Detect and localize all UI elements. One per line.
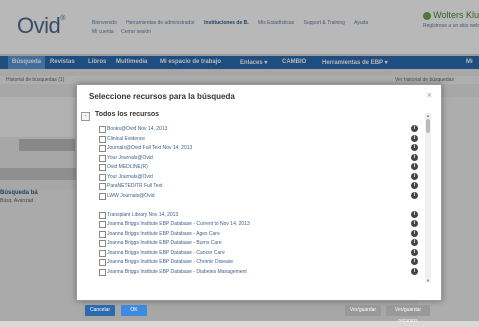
resource-checkbox[interactable]	[99, 259, 106, 266]
scroll-up-icon[interactable]: ▲	[425, 113, 431, 118]
modal-scrollbar[interactable]: ▲ ▼	[425, 113, 431, 283]
resource-row[interactable]: Joanna Briggs Institute EBP Database - C…	[81, 258, 421, 266]
resource-row[interactable]: LWW Journals@Ovid i	[81, 191, 421, 200]
resource-root-label: Todos los recursos	[95, 111, 160, 118]
info-icon[interactable]: i	[411, 220, 418, 227]
info-icon[interactable]: i	[411, 267, 418, 275]
info-icon[interactable]: i	[411, 134, 418, 142]
collapse-icon[interactable]: -	[81, 112, 90, 121]
resource-checkbox[interactable]	[99, 192, 106, 200]
resource-row[interactable]: Joanna Briggs Institute EBP Database - C…	[81, 248, 421, 257]
resource-checkbox[interactable]	[99, 211, 106, 219]
resource-label: Your Journals@Ovid	[107, 154, 153, 161]
resource-row[interactable]	[81, 201, 421, 209]
info-icon[interactable]: i	[411, 229, 418, 237]
modal-title: Seleccione recursos para la búsqueda	[89, 92, 235, 101]
close-icon[interactable]: ×	[427, 90, 432, 100]
resource-checkbox[interactable]	[99, 135, 106, 143]
cancel-button[interactable]: Cancelar	[85, 305, 115, 316]
scroll-thumb[interactable]	[426, 119, 430, 133]
resource-row[interactable]: Clinical Evidence i	[81, 134, 421, 143]
resource-row[interactable]: Books@Ovid Nov 14, 2013 i	[81, 125, 421, 133]
view-save-button[interactable]: Ver/guardar	[345, 305, 381, 316]
info-icon[interactable]: i	[411, 163, 418, 170]
resource-label: Joanna Briggs Institute EBP Database - B…	[107, 240, 222, 246]
resource-checkbox[interactable]	[99, 183, 106, 190]
resource-label: Joanna Briggs Institute EBP Database - C…	[107, 249, 225, 256]
info-icon[interactable]: i	[411, 182, 418, 189]
resource-row[interactable]: Your Journals@Ovid i	[81, 153, 421, 162]
resource-label: Transplant Library Nov 14, 2013	[107, 211, 179, 218]
resource-label: Joanna Briggs Institute EBP Database - C…	[107, 259, 234, 265]
resource-checkbox[interactable]	[99, 230, 106, 238]
view-save-resources-button[interactable]: Ver/guardar recursos	[386, 305, 430, 324]
resource-label: Journals@Ovid Full Text Nov 14, 2013	[107, 145, 193, 151]
resource-row[interactable]: Transplant Library Nov 14, 2013 i	[81, 210, 421, 219]
resource-row[interactable]: Your Journals@Ovid i	[81, 172, 421, 181]
resource-row[interactable]: Joanna Briggs Institute EBP Database - C…	[81, 220, 421, 228]
resource-label: Joanna Briggs Institute EBP Database - D…	[107, 268, 247, 275]
resource-checkbox[interactable]	[99, 145, 106, 152]
resource-checkbox[interactable]	[99, 154, 106, 162]
resource-label: Joanna Briggs Institute EBP Database - C…	[107, 221, 250, 227]
resource-checkbox[interactable]	[99, 268, 106, 276]
resource-row[interactable]: Joanna Briggs Institute EBP Database - D…	[81, 267, 421, 276]
resource-selection-modal: Seleccione recursos para la búsqueda × -…	[76, 84, 442, 324]
resource-root[interactable]: - Todos los recursos	[81, 111, 421, 121]
resource-row[interactable]: Ovid MEDLINE(R) i	[81, 163, 421, 171]
info-icon[interactable]: i	[411, 125, 418, 132]
info-icon[interactable]: i	[411, 248, 418, 256]
scroll-down-icon[interactable]: ▼	[425, 278, 431, 283]
resource-row[interactable]: Joanna Briggs Institute EBP Database - B…	[81, 239, 421, 247]
resource-row[interactable]: Journals@Ovid Full Text Nov 14, 2013 i	[81, 144, 421, 152]
info-icon[interactable]: i	[411, 172, 418, 180]
info-icon[interactable]: i	[411, 239, 418, 246]
info-icon[interactable]: i	[411, 191, 418, 199]
resource-label: Your Journals@Ovid	[107, 173, 153, 180]
resource-label: ParaNETEDITR Full Text	[107, 183, 163, 189]
resource-label: Joanna Briggs Institute EBP Database - A…	[107, 230, 220, 237]
resource-checkbox[interactable]	[99, 173, 106, 181]
resource-checkbox[interactable]	[99, 240, 106, 247]
resource-label: Books@Ovid Nov 14, 2013	[107, 126, 168, 132]
info-icon[interactable]: i	[411, 153, 418, 161]
resource-checkbox[interactable]	[99, 164, 106, 171]
resource-tree: - Todos los recursos Books@Ovid Nov 14, …	[81, 111, 421, 283]
resource-label: Ovid MEDLINE(R)	[107, 164, 148, 170]
info-icon[interactable]: i	[411, 258, 418, 265]
resource-row[interactable]: ParaNETEDITR Full Text i	[81, 182, 421, 190]
ok-button[interactable]: OK	[121, 305, 147, 316]
resource-checkbox[interactable]	[99, 221, 106, 228]
info-icon[interactable]: i	[411, 144, 418, 151]
resource-checkbox[interactable]	[99, 249, 106, 257]
info-icon[interactable]: i	[411, 210, 418, 218]
resource-label: Clinical Evidence	[107, 135, 146, 142]
resource-row[interactable]: Joanna Briggs Institute EBP Database - A…	[81, 229, 421, 238]
resource-checkbox[interactable]	[99, 126, 106, 133]
resource-label: LWW Journals@Ovid	[107, 192, 155, 199]
